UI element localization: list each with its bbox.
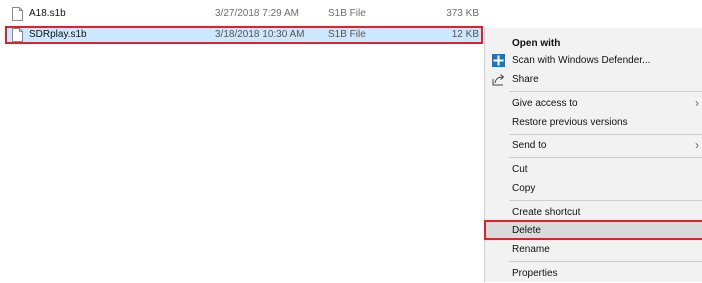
menu-item-label: Give access to <box>512 98 578 109</box>
menu-item-restore[interactable]: Restore previous versions <box>485 113 702 132</box>
menu-item-label: Rename <box>512 244 550 255</box>
file-date: 3/27/2018 7:29 AM <box>215 8 299 19</box>
menu-item-cut[interactable]: Cut <box>485 160 702 179</box>
menu-separator <box>509 134 702 135</box>
menu-item-label: Cut <box>512 164 528 175</box>
menu-item-label: Properties <box>512 268 558 279</box>
windows-defender-icon <box>492 54 505 67</box>
menu-item-label: Copy <box>512 183 536 194</box>
menu-separator <box>509 261 702 262</box>
file-icon <box>12 7 23 21</box>
menu-item-rename[interactable]: Rename <box>485 240 702 259</box>
context-menu: Open with Scan with Windows Defender... … <box>484 28 702 282</box>
menu-item-label: Send to <box>512 140 547 151</box>
menu-separator <box>509 91 702 92</box>
file-type: S1B File <box>328 8 366 19</box>
menu-item-copy[interactable]: Copy <box>485 179 702 198</box>
menu-item-send-to[interactable]: Send to › <box>485 136 702 155</box>
file-row-a18[interactable]: A18.s1b 3/27/2018 7:29 AM S1B File 373 K… <box>6 6 482 22</box>
file-name: A18.s1b <box>29 8 66 19</box>
menu-separator <box>509 157 702 158</box>
menu-separator <box>509 200 702 201</box>
menu-item-label: Scan with Windows Defender... <box>512 55 651 66</box>
share-icon <box>492 74 505 86</box>
chevron-right-icon: › <box>695 96 699 110</box>
menu-item-scan[interactable]: Scan with Windows Defender... <box>485 51 702 70</box>
file-size: 373 KB <box>446 8 479 19</box>
menu-item-properties[interactable]: Properties <box>485 264 702 283</box>
menu-item-label: Share <box>512 74 539 85</box>
menu-item-share[interactable]: Share <box>485 70 702 89</box>
delete-highlight <box>484 220 702 240</box>
menu-item-give-access[interactable]: Give access to › <box>485 94 702 113</box>
chevron-right-icon: › <box>695 138 699 152</box>
menu-item-label: Restore previous versions <box>512 117 628 128</box>
selected-file-highlight <box>5 26 483 44</box>
